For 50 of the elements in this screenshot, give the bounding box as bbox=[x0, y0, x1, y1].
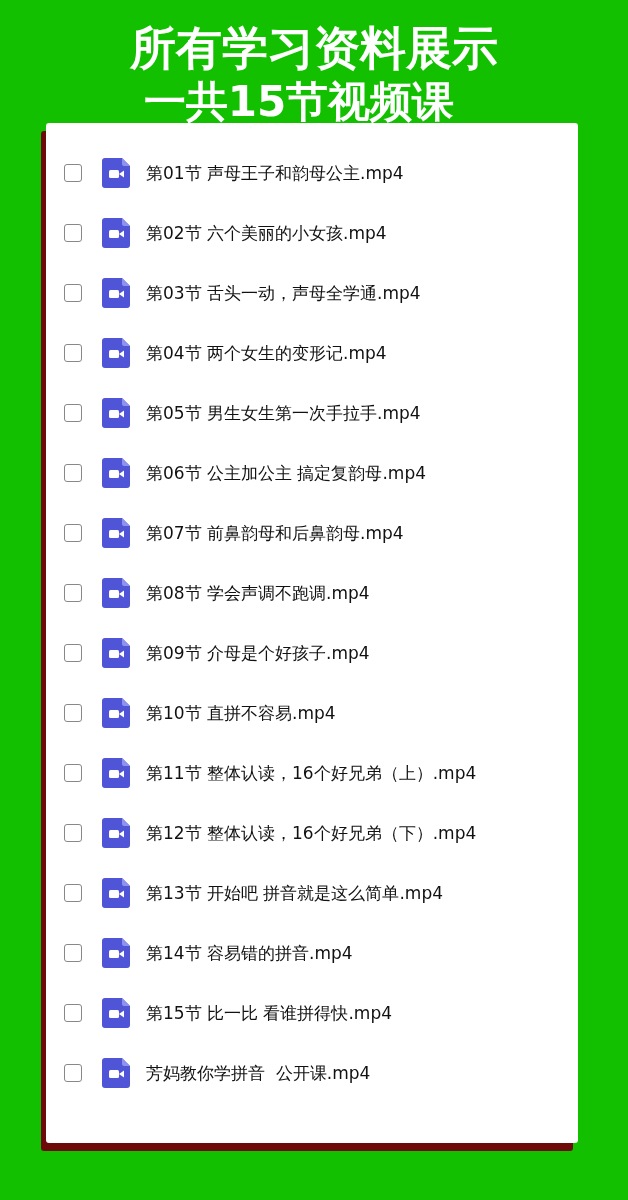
file-name[interactable]: 第13节 开始吧 拼音就是这么简单.mp4 bbox=[146, 881, 443, 905]
file-name[interactable]: 第11节 整体认读，16个好兄弟（上）.mp4 bbox=[146, 761, 477, 785]
checkbox[interactable] bbox=[64, 884, 82, 902]
file-name[interactable]: 第10节 直拼不容易.mp4 bbox=[146, 701, 336, 725]
video-file-icon bbox=[102, 458, 130, 488]
file-name[interactable]: 第08节 学会声调不跑调.mp4 bbox=[146, 581, 370, 605]
video-file-icon bbox=[102, 158, 130, 188]
checkbox[interactable] bbox=[64, 764, 82, 782]
checkbox[interactable] bbox=[64, 344, 82, 362]
checkbox[interactable] bbox=[64, 644, 82, 662]
page-subtitle: 一共15节视频课 bbox=[143, 76, 455, 128]
video-file-icon bbox=[102, 938, 130, 968]
file-name[interactable]: 第02节 六个美丽的小女孩.mp4 bbox=[146, 221, 387, 245]
video-file-icon bbox=[102, 758, 130, 788]
file-name[interactable]: 第01节 声母王子和韵母公主.mp4 bbox=[146, 161, 404, 185]
video-file-icon bbox=[102, 218, 130, 248]
checkbox[interactable] bbox=[64, 524, 82, 542]
page-title: 所有学习资料展示 bbox=[130, 20, 498, 76]
file-name[interactable]: 第04节 两个女生的变形记.mp4 bbox=[146, 341, 387, 365]
checkbox[interactable] bbox=[64, 704, 82, 722]
file-name[interactable]: 第09节 介母是个好孩子.mp4 bbox=[146, 641, 370, 665]
video-file-icon bbox=[102, 278, 130, 308]
video-file-icon bbox=[102, 638, 130, 668]
file-name[interactable]: 第07节 前鼻韵母和后鼻韵母.mp4 bbox=[146, 521, 404, 545]
checkbox[interactable] bbox=[64, 464, 82, 482]
checkbox[interactable] bbox=[64, 1004, 82, 1022]
file-name[interactable]: 芳妈教你学拼音 公开课.mp4 bbox=[146, 1061, 371, 1085]
checkbox[interactable] bbox=[64, 944, 82, 962]
video-file-icon bbox=[102, 518, 130, 548]
file-name[interactable]: 第15节 比一比 看谁拼得快.mp4 bbox=[146, 1001, 392, 1025]
checkbox[interactable] bbox=[64, 284, 82, 302]
checkbox[interactable] bbox=[64, 584, 82, 602]
video-file-icon bbox=[102, 818, 130, 848]
video-file-icon bbox=[102, 578, 130, 608]
video-file-icon bbox=[102, 698, 130, 728]
file-name[interactable]: 第06节 公主加公主 搞定复韵母.mp4 bbox=[146, 461, 426, 485]
checkbox[interactable] bbox=[64, 164, 82, 182]
video-file-icon bbox=[102, 998, 130, 1028]
checkbox[interactable] bbox=[64, 404, 82, 422]
video-file-icon bbox=[102, 878, 130, 908]
checkbox[interactable] bbox=[64, 1064, 82, 1082]
file-name[interactable]: 第14节 容易错的拼音.mp4 bbox=[146, 941, 353, 965]
file-name[interactable]: 第05节 男生女生第一次手拉手.mp4 bbox=[146, 401, 421, 425]
video-file-icon bbox=[102, 338, 130, 368]
video-file-icon bbox=[102, 1058, 130, 1088]
video-file-icon bbox=[102, 398, 130, 428]
checkbox[interactable] bbox=[64, 224, 82, 242]
checkbox[interactable] bbox=[64, 824, 82, 842]
file-name[interactable]: 第03节 舌头一动，声母全学通.mp4 bbox=[146, 281, 421, 305]
file-name[interactable]: 第12节 整体认读，16个好兄弟（下）.mp4 bbox=[146, 821, 477, 845]
